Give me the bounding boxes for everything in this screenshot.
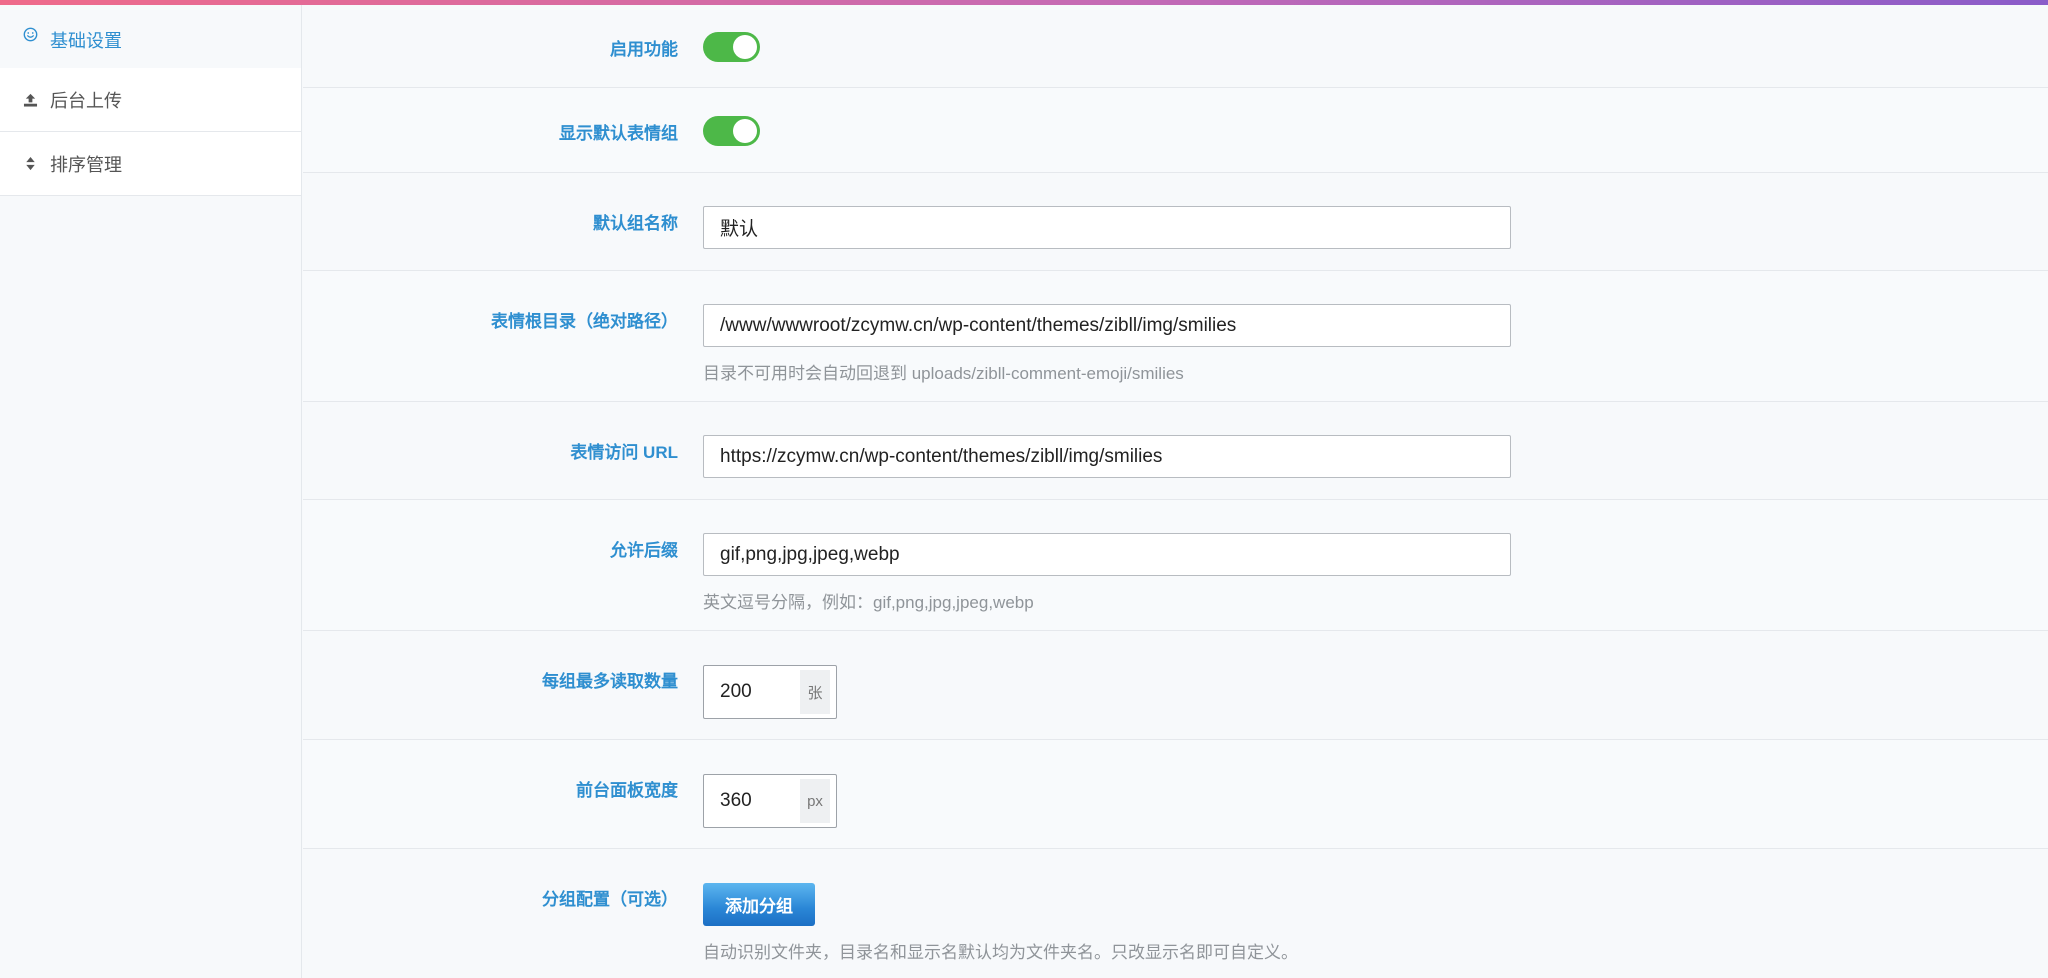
setting-row-group-config: 分组配置（可选） 添加分组 自动识别文件夹，目录名和显示名默认均为文件夹名。只改… [303,849,2048,978]
sidebar: 基础设置 后台上传 排序管理 [0,5,302,978]
sidebar-item-label: 后台上传 [50,90,122,111]
sidebar-item-label: 基础设置 [50,31,122,51]
setting-row-enable: 启用功能 [303,5,2048,88]
show-default-toggle[interactable] [703,116,760,146]
sidebar-item-sort-management[interactable]: 排序管理 [0,132,301,196]
allowed-ext-input[interactable] [703,533,1511,576]
toggle-knob [733,119,757,143]
sidebar-item-label: 排序管理 [50,154,122,175]
toggle-knob [733,35,757,59]
enable-toggle[interactable] [703,32,760,62]
setting-row-panel-width: 前台面板宽度 px [303,740,2048,849]
access-url-input[interactable] [703,435,1511,478]
setting-row-max-per-group: 每组最多读取数量 张 [303,631,2048,740]
panel-width-field: px [703,774,837,828]
unit-label: 张 [800,670,830,714]
setting-row-access-url: 表情访问 URL [303,402,2048,500]
panel-width-input[interactable] [704,776,800,826]
setting-row-show-default: 显示默认表情组 [303,88,2048,173]
upload-icon [22,93,38,107]
sort-icon [22,156,38,171]
root-dir-input[interactable] [703,304,1511,347]
field-label: 分组配置（可选） [542,890,678,909]
field-label: 显示默认表情组 [559,124,678,143]
max-per-group-input[interactable] [704,667,800,717]
sidebar-item-backend-upload[interactable]: 后台上传 [0,68,301,132]
setting-row-allowed-ext: 允许后缀 英文逗号分隔，例如：gif,png,jpg,jpeg,webp [303,500,2048,631]
group-config-hint: 自动识别文件夹，目录名和显示名默认均为文件夹名。只改显示名即可自定义。 [703,943,1298,962]
sidebar-item-basic-settings[interactable]: 基础设置 [0,5,301,68]
add-group-button[interactable]: 添加分组 [703,883,815,926]
unit-label: px [800,779,830,823]
allowed-ext-hint: 英文逗号分隔，例如：gif,png,jpg,jpeg,webp [703,593,1034,612]
field-label: 默认组名称 [593,214,678,233]
field-label: 每组最多读取数量 [542,672,678,691]
root-dir-hint: 目录不可用时会自动回退到 uploads/zibll-comment-emoji… [703,364,1184,383]
setting-row-root-dir: 表情根目录（绝对路径） 目录不可用时会自动回退到 uploads/zibll-c… [303,271,2048,402]
setting-row-default-group-name: 默认组名称 [303,173,2048,271]
field-label: 表情访问 URL [570,443,678,462]
field-label: 启用功能 [610,40,678,59]
default-group-name-input[interactable] [703,206,1511,249]
field-label: 前台面板宽度 [576,781,678,800]
smiley-icon [22,27,38,42]
field-label: 允许后缀 [610,541,678,560]
settings-form: 启用功能 显示默认表情组 默认组名称 表情根目录（绝对路径） 目录不可用时会自动… [303,5,2048,978]
field-label: 表情根目录（绝对路径） [491,312,678,331]
max-per-group-field: 张 [703,665,837,719]
